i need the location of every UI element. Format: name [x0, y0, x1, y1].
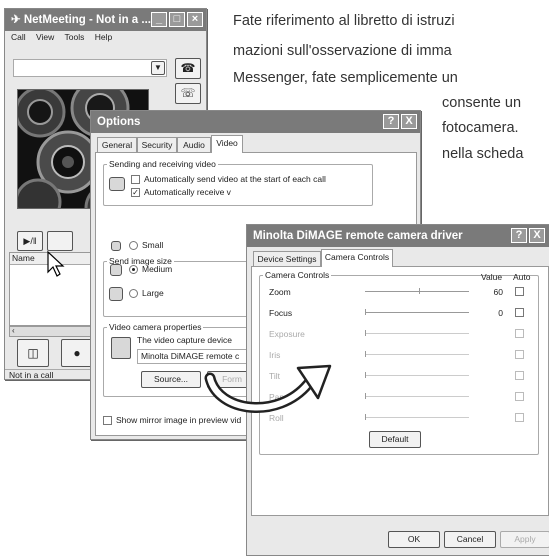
control-slider-thumb[interactable]	[419, 288, 420, 294]
paragraph-line-5: fotocamera.	[442, 120, 519, 136]
address-dropdown-button[interactable]: ▼	[151, 61, 165, 75]
camera-properties-label: Video camera properties	[107, 322, 204, 332]
paragraph-line-2: mazioni sull'osservazione di imma	[233, 43, 452, 59]
sending-receiving-label: Sending and receiving video	[107, 159, 218, 169]
tab-general[interactable]: General	[97, 137, 137, 152]
auto-receive-label: Automatically receive v	[144, 187, 231, 197]
chat-button[interactable]: ◫	[17, 339, 49, 367]
mouse-pointer-icon	[47, 250, 65, 277]
control-slider-thumb[interactable]	[365, 414, 366, 420]
large-size-icon	[109, 287, 123, 301]
size-small-label: Small	[142, 240, 164, 250]
auto-column-header: Auto	[513, 272, 531, 282]
control-slider-thumb[interactable]	[365, 372, 366, 378]
menu-help[interactable]: Help	[95, 32, 112, 42]
control-auto-checkbox[interactable]	[515, 308, 524, 317]
driver-titlebar: Minolta DiMAGE remote camera driver	[247, 225, 549, 247]
default-button[interactable]: Default	[369, 431, 421, 448]
paragraph-line-1: Fate riferimento al libretto di istruzi	[233, 13, 455, 29]
netmeeting-menubar: Call View Tools Help	[11, 32, 112, 42]
netmeeting-app-icon: ✈	[11, 14, 21, 26]
auto-send-checkbox[interactable]	[131, 175, 140, 184]
chat-icon: ◫	[27, 346, 39, 360]
control-slider-track[interactable]	[365, 375, 469, 376]
options-close-button[interactable]: X	[401, 114, 417, 129]
auto-receive-checkbox[interactable]: ✓	[131, 188, 140, 197]
control-label: Focus	[269, 308, 293, 318]
control-slider-track[interactable]	[365, 291, 469, 292]
options-titlebar: Options	[91, 111, 420, 133]
control-slider-thumb[interactable]	[365, 393, 366, 399]
paragraph-line-4: consente un	[442, 95, 522, 111]
ok-button[interactable]: OK	[388, 531, 440, 548]
control-value: 60	[493, 287, 503, 297]
tab-camera-controls[interactable]: Camera Controls	[321, 249, 393, 267]
paragraph-line-3: Messenger, fate semplicemente un	[233, 70, 458, 86]
tab-audio[interactable]: Audio	[177, 137, 211, 152]
control-auto-checkbox[interactable]	[515, 287, 524, 296]
camera-properties-icon	[111, 337, 131, 359]
camera-controls-label: Camera Controls	[263, 270, 332, 280]
driver-help-button[interactable]: ?	[511, 228, 527, 243]
size-large-label: Large	[142, 288, 164, 298]
speech-icon: ●	[73, 346, 81, 360]
driver-close-button[interactable]: X	[529, 228, 545, 243]
capture-device-label: The video capture device	[137, 335, 232, 345]
tab-device-settings[interactable]: Device Settings	[253, 251, 321, 266]
medium-size-icon	[110, 264, 122, 276]
tab-video[interactable]: Video	[211, 135, 243, 153]
address-combobox[interactable]	[13, 59, 167, 77]
minimize-button[interactable]: _	[151, 12, 167, 27]
auto-send-label: Automatically send video at the start of…	[144, 174, 326, 184]
control-auto-checkbox[interactable]	[515, 329, 524, 338]
control-slider-thumb[interactable]	[365, 351, 366, 357]
sending-receiving-group	[103, 164, 373, 206]
control-slider-track[interactable]	[365, 312, 469, 313]
place-call-button[interactable]: ☎	[175, 58, 201, 79]
apply-button[interactable]: Apply	[500, 531, 549, 548]
end-call-button[interactable]: ☏	[175, 83, 201, 104]
menu-tools[interactable]: Tools	[65, 32, 85, 42]
size-medium-label: Medium	[142, 264, 173, 274]
control-slider-thumb[interactable]	[365, 330, 366, 336]
mirror-image-checkbox[interactable]	[103, 416, 112, 425]
picture-in-picture-button[interactable]	[47, 231, 73, 251]
whiteboard-button[interactable]: ●	[61, 339, 93, 367]
play-pause-button[interactable]: ▶/‖	[17, 231, 43, 251]
control-auto-checkbox[interactable]	[515, 371, 524, 380]
maximize-button[interactable]: □	[169, 12, 185, 27]
scroll-left-icon[interactable]: ‹	[12, 326, 15, 335]
control-label: Exposure	[269, 329, 305, 339]
control-auto-checkbox[interactable]	[515, 350, 524, 359]
small-size-icon	[111, 241, 121, 251]
source-button[interactable]: Source...	[141, 371, 201, 388]
hangup-icon: ☏	[180, 86, 196, 100]
value-column-header: Value	[481, 272, 503, 282]
control-auto-checkbox[interactable]	[515, 413, 524, 422]
control-slider-thumb[interactable]	[365, 309, 366, 315]
curved-arrow-icon	[204, 364, 332, 413]
paragraph-line-6: nella scheda	[442, 146, 524, 162]
phone-icon: ☎	[180, 61, 196, 75]
size-small-radio[interactable]	[129, 241, 138, 250]
control-label: Zoom	[269, 287, 291, 297]
tab-security[interactable]: Security	[137, 137, 177, 152]
control-slider-track[interactable]	[365, 396, 469, 397]
cancel-button[interactable]: Cancel	[444, 531, 496, 548]
size-large-radio[interactable]	[129, 289, 138, 298]
control-slider-track[interactable]	[365, 333, 469, 334]
size-medium-radio[interactable]	[129, 265, 138, 274]
control-value: 0	[498, 308, 503, 318]
close-button[interactable]: ×	[187, 12, 203, 27]
menu-view[interactable]: View	[36, 32, 54, 42]
image-size-group	[103, 261, 253, 317]
control-slider-track[interactable]	[365, 417, 469, 418]
control-auto-checkbox[interactable]	[515, 392, 524, 401]
menu-call[interactable]: Call	[11, 32, 26, 42]
camera-icon	[109, 177, 125, 191]
control-slider-track[interactable]	[365, 354, 469, 355]
options-help-button[interactable]: ?	[383, 114, 399, 129]
netmeeting-title: NetMeeting - Not in a ...	[23, 14, 151, 26]
